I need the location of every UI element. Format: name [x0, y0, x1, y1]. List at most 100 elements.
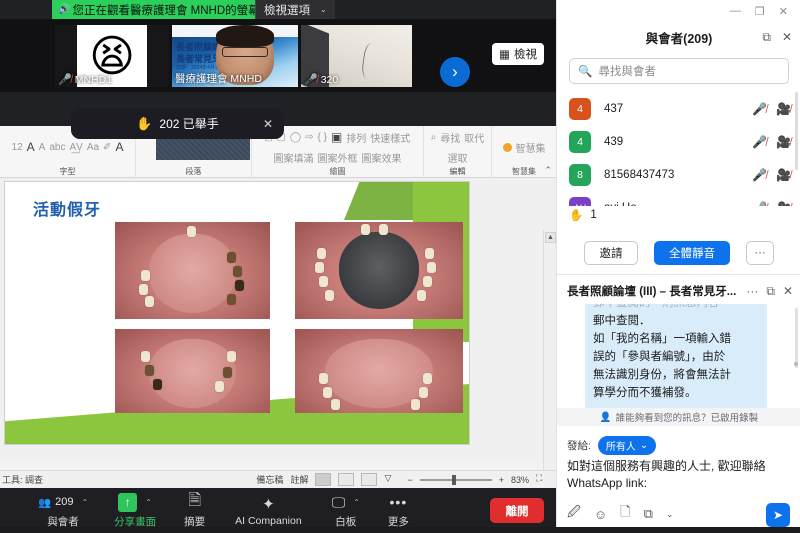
editing-group-icons[interactable]: ⌕ 尋找 取代 選取 [424, 129, 491, 165]
list-item[interactable]: 4 439 🎤̸ 🎥̸ [557, 125, 800, 158]
shape-circle-icon[interactable]: ◯ [290, 132, 301, 143]
shape-brace-icon[interactable]: { } [317, 132, 326, 143]
shape-fill-label[interactable]: 圖案填滿 [274, 150, 314, 165]
chevron-up-icon[interactable]: ⌃ [81, 498, 88, 507]
slide-photo-upper-arch-decayed[interactable] [115, 222, 270, 319]
zoom-slider-knob[interactable] [451, 474, 456, 485]
mute-all-button[interactable]: 全體靜音 [654, 241, 730, 265]
camera-off-icon[interactable]: 🎥̸ [776, 201, 791, 207]
clear-format-icon[interactable]: abc [49, 142, 65, 153]
list-item[interactable]: AH avi Ho 🎤̸ 🎥̸ [557, 191, 800, 206]
shrink-font-icon[interactable]: A [39, 142, 46, 153]
chat-message-bubble[interactable]: 郵中查閱的一則訊息內容 郵中查閱． 如「我的名稱」一項輸入錯 誤的「參與者編號」… [585, 304, 767, 408]
speaker-icon: 🔊 [58, 4, 71, 15]
smart-lookup-label[interactable]: 智慧集 [516, 140, 546, 155]
change-case-icon[interactable]: Aa [87, 142, 99, 153]
fit-slide-icon[interactable]: ⛶ [536, 473, 552, 486]
slide-photo-lower-arch-decayed[interactable] [115, 329, 270, 413]
file-icon[interactable]: 🗋 [620, 503, 630, 525]
font-color-icon[interactable]: A [115, 140, 123, 154]
screenshot-icon[interactable]: ⧉ [644, 506, 653, 522]
scroll-up-button[interactable]: ▲ [545, 232, 556, 243]
video-tile-active-speaker[interactable]: 長者照顧論壇 長者常見牙科 日期：2024年4月北 時間：晚上線上課 醫療護理會… [172, 25, 298, 87]
zoom-out-button[interactable]: − [407, 475, 412, 485]
view-options-button[interactable]: 檢視選項 ⌄ [255, 0, 335, 19]
view-reading-button[interactable] [361, 473, 378, 486]
zoom-in-button[interactable]: + [499, 475, 504, 485]
camera-off-icon[interactable]: 🎥̸ [776, 102, 791, 116]
invite-button[interactable]: 邀請 [584, 241, 638, 265]
camera-off-icon[interactable]: 🎥̸ [776, 168, 791, 182]
view-slideshow-button[interactable]: ▽ [384, 473, 400, 486]
view-normal-button[interactable] [315, 473, 332, 486]
quick-styles-label[interactable]: 快速樣式 [370, 130, 410, 145]
slide-photo-lower-arch-denture[interactable] [295, 329, 463, 413]
participants-scrollbar[interactable] [795, 92, 798, 170]
chat-scrollbar-thumb[interactable] [794, 362, 798, 366]
window-bottom-strip [0, 527, 800, 533]
close-icon[interactable]: ✕ [779, 5, 788, 18]
underline-icon[interactable]: A͟Ṿ [69, 142, 82, 153]
close-icon[interactable]: ✕ [263, 117, 273, 131]
view-slide-sorter-button[interactable] [338, 473, 355, 486]
list-item[interactable]: 4 437 🎤̸ 🎥̸ [557, 92, 800, 125]
participants-more-button[interactable]: ··· [746, 241, 774, 265]
emoji-icon[interactable]: ☺ [594, 507, 607, 522]
chat-message-list[interactable]: 郵中查閱的一則訊息內容 郵中查閱． 如「我的名稱」一項輸入錯 誤的「參與者編號」… [557, 304, 800, 408]
chevron-down-icon[interactable]: ⌄ [666, 509, 674, 520]
maximize-icon[interactable]: ❐ [755, 5, 765, 18]
arrange-label[interactable]: 排列 [346, 130, 366, 145]
chevron-up-icon[interactable]: ⌃ [353, 498, 360, 507]
view-layout-button[interactable]: ▦ 檢視 [492, 43, 544, 65]
chat-scrollbar[interactable] [795, 308, 798, 368]
ellipsis-icon[interactable]: ··· [746, 284, 758, 298]
format-text-icon[interactable]: 🖉 [567, 503, 581, 525]
popout-icon[interactable]: ⧉ [766, 284, 775, 299]
slide[interactable]: 活動假牙 [5, 182, 469, 444]
chevron-up-icon[interactable]: ⌃ [145, 498, 152, 507]
find-icon[interactable]: ⌕ [431, 132, 437, 143]
mic-off-icon[interactable]: 🎤̸ [752, 201, 767, 207]
chat-input[interactable]: 如對這個服務有興趣的人士, 歡迎聯絡 WhatsApp link: [567, 458, 791, 492]
font-size-value[interactable]: 12 [12, 142, 23, 153]
video-tile[interactable]: 😫 🎤̸ MNHD1 [55, 25, 169, 87]
ribbon-collapse-icon[interactable]: ⌃ [544, 165, 552, 176]
slide-vertical-scrollbar[interactable]: ▲ ▲ ▼ [543, 230, 556, 488]
chat-send-button[interactable]: ➤ [766, 503, 790, 527]
mic-off-icon[interactable]: 🎤̸ [752, 135, 767, 149]
slide-photo-upper-denture-metal[interactable] [295, 222, 463, 319]
status-comments[interactable]: 註解 [290, 473, 308, 486]
participants-count: 209 [55, 496, 74, 508]
minimize-icon[interactable]: — [730, 5, 741, 17]
leave-meeting-button[interactable]: 離開 [490, 498, 544, 523]
list-item[interactable]: 8 81568437473 🎤̸ 🎥̸ [557, 158, 800, 191]
video-tile[interactable]: 🎤̸ 320 [301, 25, 412, 87]
smart-lookup-icon[interactable] [502, 142, 512, 152]
close-icon[interactable]: ✕ [783, 284, 793, 298]
smart-lookup-button[interactable]: 智慧集 [492, 129, 556, 165]
shape-outline-label[interactable]: 圖案外框 [318, 150, 358, 165]
select-label[interactable]: 選取 [448, 150, 468, 165]
close-icon[interactable]: ✕ [782, 30, 792, 44]
chat-privacy-notice[interactable]: 👤 誰能夠看到您的訊息？已啟用錄製 [557, 408, 800, 426]
chat-panel-title: 長者照顧論壇 (III) – 長者常見牙... [567, 286, 737, 298]
status-accessibility[interactable]: 備忘稿 [256, 473, 283, 486]
mic-off-icon[interactable]: 🎤̸ [752, 168, 767, 182]
find-label[interactable]: 尋找 [440, 130, 460, 145]
view-layout-label: 檢視 [514, 49, 537, 61]
grow-font-icon[interactable]: A [27, 140, 35, 154]
popout-icon[interactable]: ⧉ [762, 30, 771, 45]
filmstrip-next-button[interactable]: › [440, 57, 470, 87]
highlight-icon[interactable]: ✐ [103, 142, 111, 153]
chat-recipient-dropdown[interactable]: 所有人 ⌄ [597, 436, 657, 455]
zoom-slider[interactable] [419, 474, 492, 485]
shape-effects-label[interactable]: 圖案效果 [362, 150, 402, 165]
mic-off-icon[interactable]: 🎤̸ [752, 102, 767, 116]
participants-search-input[interactable]: 🔍 尋找與會者 [569, 58, 789, 84]
camera-off-icon[interactable]: 🎥̸ [776, 135, 791, 149]
chevron-down-icon: ⌄ [639, 440, 649, 451]
replace-label[interactable]: 取代 [464, 130, 484, 145]
shape-arrow-icon[interactable]: ⇨ [305, 132, 313, 143]
arrange-icon[interactable]: ▣ [331, 130, 342, 144]
participants-list[interactable]: 4 437 🎤̸ 🎥̸ 4 439 🎤̸ 🎥̸ 8 81568437473 🎤̸ 🎥̸… [557, 92, 800, 206]
